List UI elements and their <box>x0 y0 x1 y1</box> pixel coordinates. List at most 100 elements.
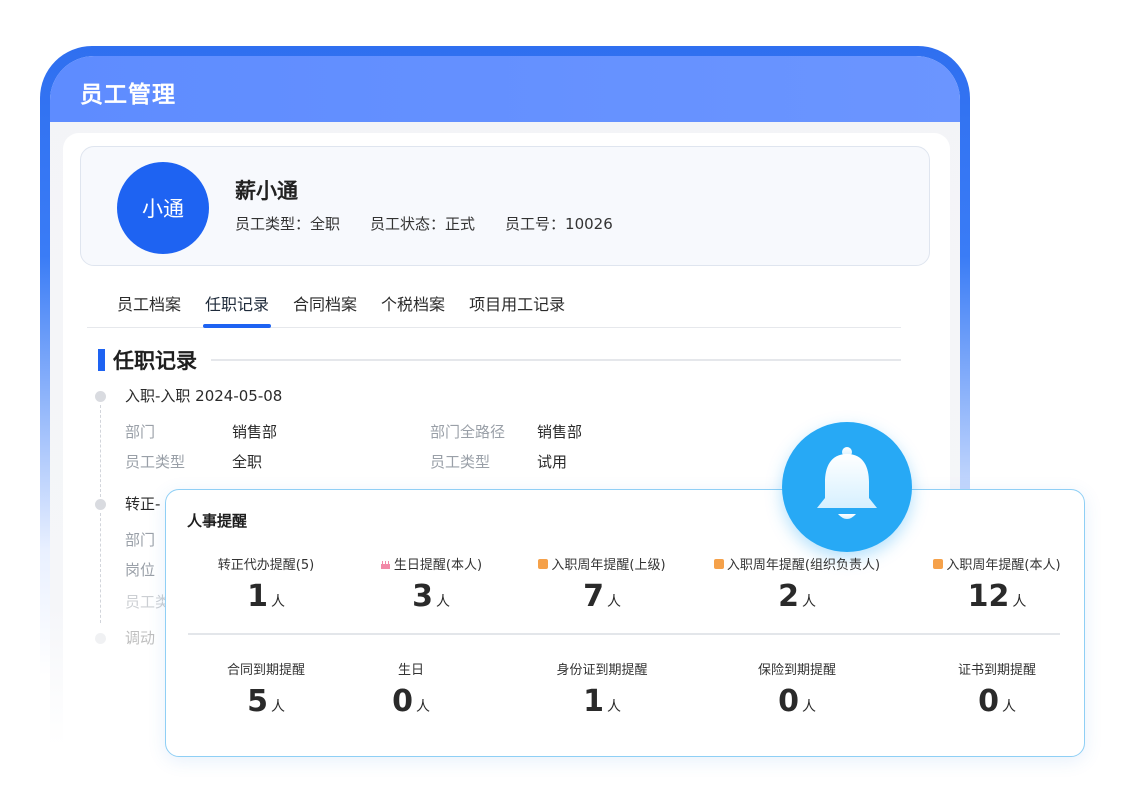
stat-number: 0 <box>778 684 799 719</box>
timeline-dot <box>95 499 106 510</box>
stat-value: 3人 <box>361 579 501 614</box>
stat-label: 生日 <box>361 659 461 678</box>
stat-number: 0 <box>978 684 999 719</box>
stat-anniversary-self[interactable]: 入职周年提醒(本人) 12 人 <box>922 554 1072 614</box>
stat-anniversary-org-head[interactable]: 入职周年提醒(组织负责人) 2人 <box>702 554 892 614</box>
employee-meta: 员工类型：全职 员工状态：正式 员工号：10026 <box>235 213 613 234</box>
stat-label-text: 转正代办提醒(5) <box>217 558 315 573</box>
stat-label: 合同到期提醒 <box>196 659 336 678</box>
stat-unit: 人 <box>801 594 816 610</box>
stat-label-text: 生日 <box>397 663 424 678</box>
timeline-item-title: 转正- <box>125 495 161 513</box>
app-title: 员工管理 <box>80 82 176 108</box>
stat-unit: 人 <box>415 699 430 715</box>
stat-label: 入职周年提醒(本人) <box>922 554 1072 573</box>
section-divider <box>211 359 901 361</box>
field-label: 员工类型 <box>125 453 186 471</box>
field-label: 部门全路径 <box>430 423 506 441</box>
stat-label: 保险到期提醒 <box>722 659 872 678</box>
stat-value: 0人 <box>361 684 461 719</box>
timeline-dot <box>95 633 106 644</box>
stat-id-card-expiry[interactable]: 身份证到期提醒 1人 <box>522 659 682 719</box>
field-label: 部门 <box>125 423 156 441</box>
stat-label-text: 入职周年提醒(上级) <box>551 558 666 573</box>
avatar[interactable]: 小通 <box>117 162 209 254</box>
employee-profile-card: 小通 薪小通 员工类型：全职 员工状态：正式 员工号：10026 <box>80 146 930 266</box>
stat-label: 身份证到期提醒 <box>522 659 682 678</box>
stat-number: 2 <box>778 579 799 614</box>
stat-value: 7人 <box>522 579 682 614</box>
bell-icon <box>817 447 877 519</box>
employee-type: 员工类型：全职 <box>235 215 341 233</box>
section-header: 任职记录 <box>98 345 901 375</box>
field-value: 销售部 <box>537 423 583 441</box>
badge-icon <box>713 558 724 569</box>
reminder-divider <box>188 633 1060 635</box>
stat-number: 0 <box>392 684 413 719</box>
reminder-title: 人事提醒 <box>187 512 248 530</box>
tab-tax-file[interactable]: 个税档案 <box>369 280 457 326</box>
tab-contract-file[interactable]: 合同档案 <box>281 280 369 326</box>
stat-birthday-self[interactable]: 生日提醒(本人) 3人 <box>361 554 501 614</box>
timeline-item-title: 入职-入职 2024-05-08 <box>125 387 283 405</box>
stat-value: 5人 <box>196 684 336 719</box>
stat-unit: 人 <box>606 594 621 610</box>
stat-value: 1人 <box>522 684 682 719</box>
field-value: 销售部 <box>232 423 278 441</box>
field-label: 员工类型 <box>430 453 491 471</box>
title-bar: 员工管理 <box>50 56 960 122</box>
stat-number: 12 <box>967 579 1010 614</box>
field-value: 试用 <box>537 453 568 471</box>
stat-label: 入职周年提醒(组织负责人) <box>702 554 892 573</box>
stat-value: 0人 <box>722 684 872 719</box>
section-title: 任职记录 <box>113 349 197 373</box>
stat-number: 1 <box>247 579 268 614</box>
employee-status: 员工状态：正式 <box>370 215 476 233</box>
stat-unit: 人 <box>435 594 450 610</box>
stat-number: 3 <box>412 579 433 614</box>
tab-employment-record[interactable]: 任职记录 <box>193 280 281 328</box>
hr-reminder-panel: 人事提醒 转正代办提醒(5) 1人 生日提醒(本人) 3 人 入职周年提醒(上级… <box>165 422 1085 757</box>
badge-icon <box>933 558 944 569</box>
stat-birthday[interactable]: 生日 0人 <box>361 659 461 719</box>
stat-contract-expiry[interactable]: 合同到期提醒 5人 <box>196 659 336 719</box>
employee-name: 薪小通 <box>235 179 298 203</box>
stage: 员工管理 小通 薪小通 员工类型：全职 员工状态：正式 员工号：10026 员工… <box>0 0 1125 804</box>
stat-label-text: 保险到期提醒 <box>757 663 836 678</box>
timeline-item-title: 调动 <box>125 629 156 647</box>
tab-project-work-record[interactable]: 项目用工记录 <box>457 280 577 326</box>
stat-unit: 人 <box>270 594 285 610</box>
stat-anniversary-superior[interactable]: 入职周年提醒(上级) 7人 <box>522 554 682 614</box>
stat-label: 入职周年提醒(上级) <box>522 554 682 573</box>
tab-bar: 员工档案 任职记录 合同档案 个税档案 项目用工记录 <box>87 280 901 328</box>
stat-unit: 人 <box>1012 594 1027 610</box>
stat-certificate-expiry[interactable]: 证书到期提醒 0人 <box>932 659 1062 719</box>
employee-number: 员工号：10026 <box>505 215 613 233</box>
stat-probation-todo[interactable]: 转正代办提醒(5) 1人 <box>196 554 336 614</box>
field-value: 全职 <box>232 453 263 471</box>
stat-label: 生日提醒(本人) <box>361 554 501 573</box>
cake-icon <box>380 560 390 569</box>
stat-label-text: 身份证到期提醒 <box>556 663 648 678</box>
stat-number: 1 <box>583 684 604 719</box>
stat-value: 1人 <box>196 579 336 614</box>
stat-label-text: 证书到期提醒 <box>957 663 1036 678</box>
timeline-row: 员工类型 全职 员工类型 试用 <box>125 451 735 472</box>
stat-label: 证书到期提醒 <box>932 659 1062 678</box>
stat-number: 5 <box>247 684 268 719</box>
timeline-line <box>100 405 101 497</box>
tab-employee-file[interactable]: 员工档案 <box>105 280 193 326</box>
bell-badge[interactable] <box>782 422 912 552</box>
stat-value: 12 人 <box>922 579 1072 614</box>
stat-label-text: 入职周年提醒(组织负责人) <box>726 558 881 573</box>
section-accent-bar <box>98 349 105 371</box>
stat-insurance-expiry[interactable]: 保险到期提醒 0人 <box>722 659 872 719</box>
stat-label-text: 入职周年提醒(本人) <box>946 558 1061 573</box>
stat-unit: 人 <box>270 699 285 715</box>
badge-icon <box>538 558 549 569</box>
stat-unit: 人 <box>801 699 816 715</box>
stat-value: 2人 <box>702 579 892 614</box>
stat-number: 7 <box>583 579 604 614</box>
stat-value: 0人 <box>932 684 1062 719</box>
stat-unit: 人 <box>606 699 621 715</box>
